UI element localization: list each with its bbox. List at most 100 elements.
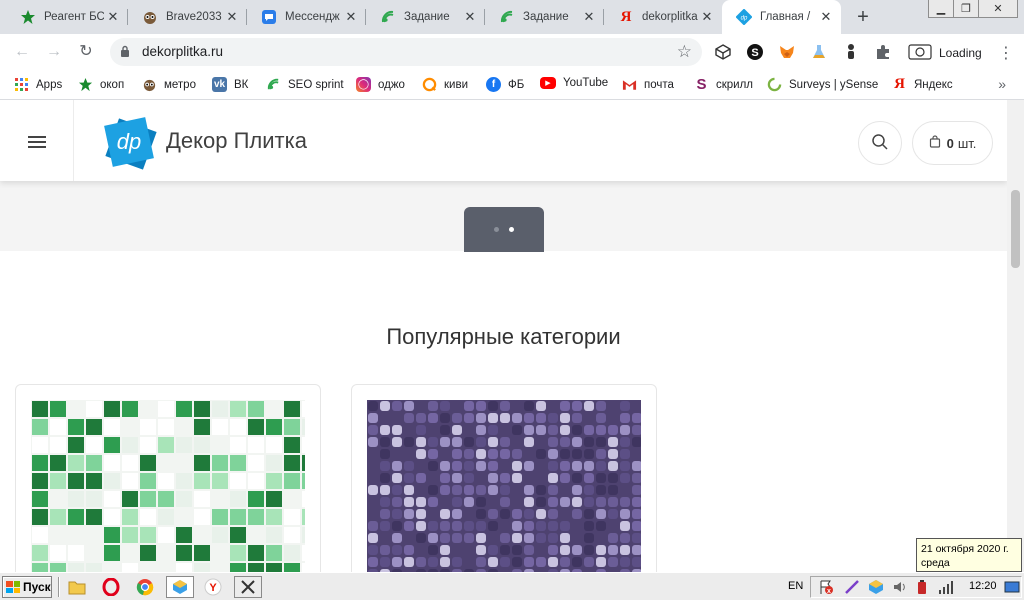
close-window-button[interactable]: ✕	[978, 0, 1018, 18]
extension-flask-icon[interactable]	[810, 43, 828, 61]
extension-s-icon[interactable]: S	[746, 43, 764, 61]
bookmark-label: Яндекс	[914, 78, 953, 91]
forward-button[interactable]: →	[44, 42, 64, 62]
language-indicator[interactable]: EN	[788, 580, 803, 592]
bookmark-seosprint[interactable]: SEO sprint	[266, 77, 344, 92]
bookmark-apps[interactable]: Apps	[14, 77, 62, 92]
tab-title: Реагент БС	[44, 11, 104, 23]
bookmark-pochta[interactable]: почта	[622, 77, 674, 92]
flag-warning-icon[interactable]: x	[817, 578, 835, 596]
hamburger-menu-icon[interactable]	[22, 130, 52, 154]
green-star-icon	[20, 9, 36, 25]
extensions-puzzle-icon[interactable]	[874, 43, 892, 61]
signal-bars-icon[interactable]	[937, 578, 955, 596]
tab-close-icon[interactable]: ✕	[344, 10, 358, 24]
tab-4[interactable]: Задание ✕	[366, 0, 485, 34]
browser-toolbar: ← → ↻ dekorplitka.ru ☆ S Loading ⋮	[0, 34, 1024, 70]
bookmark-metro[interactable]: метро	[142, 77, 196, 92]
bookmark-star-icon[interactable]: ☆	[677, 42, 692, 62]
bookmark-label: ФБ	[508, 78, 525, 91]
cube-tray-icon[interactable]	[867, 578, 885, 596]
bookmark-ysense[interactable]: Surveys | ySense	[767, 77, 878, 92]
dp-logo-icon[interactable]: dp	[99, 112, 161, 174]
svg-text:dp: dp	[741, 16, 748, 22]
bookmarks-overflow-icon[interactable]: »	[998, 76, 1006, 92]
system-clock[interactable]: 12:20	[969, 580, 997, 592]
active-app-icon[interactable]	[166, 576, 194, 598]
tab-2[interactable]: Brave2033 ✕	[128, 0, 247, 34]
bookmark-skrill[interactable]: S скрилл	[694, 76, 753, 93]
metamask-fox-icon[interactable]	[778, 43, 796, 61]
extension-cube-icon[interactable]	[714, 43, 732, 61]
facebook-icon: f	[486, 77, 501, 92]
tab-close-icon[interactable]: ✕	[819, 10, 833, 24]
cart-button[interactable]: 0 шт.	[912, 121, 993, 165]
purple-mosaic-image[interactable]	[367, 400, 642, 572]
category-card[interactable]	[351, 384, 657, 572]
bookmark-odzho[interactable]: ◯ оджо	[356, 77, 405, 92]
search-button[interactable]	[858, 121, 902, 165]
bookmark-vk[interactable]: vk ВК	[212, 77, 248, 92]
bookmark-okop[interactable]: окоп	[78, 77, 124, 92]
bookmark-yandex[interactable]: Я Яндекс	[892, 76, 953, 92]
cart-bag-icon	[929, 135, 941, 151]
folder-icon[interactable]	[68, 578, 86, 596]
tab-close-icon[interactable]: ✕	[225, 10, 239, 24]
messenger-icon	[261, 9, 277, 25]
slider-dot-active[interactable]	[509, 227, 514, 232]
site-logo-text[interactable]: Декор Плитка	[166, 128, 307, 154]
page-scrollbar[interactable]	[1007, 100, 1024, 572]
instagram-icon: ◯	[356, 77, 371, 92]
slider-dot[interactable]	[494, 227, 499, 232]
tab-close-icon[interactable]: ✕	[106, 10, 120, 24]
category-card[interactable]	[15, 384, 321, 572]
restore-button[interactable]: ❐	[953, 0, 979, 18]
tab-close-icon[interactable]: ✕	[582, 10, 596, 24]
reload-button[interactable]: ↻	[76, 42, 96, 62]
tab-3[interactable]: Мессендж ✕	[247, 0, 366, 34]
volume-icon[interactable]	[891, 578, 909, 596]
vk-icon: vk	[212, 77, 227, 92]
ysense-icon	[767, 77, 782, 92]
svg-text:x: x	[827, 588, 831, 595]
extension-figure-icon[interactable]	[842, 43, 860, 61]
tab-5[interactable]: Задание ✕	[485, 0, 604, 34]
new-tab-button[interactable]: +	[852, 7, 874, 27]
bookmark-youtube[interactable]: ▶ YouTube	[540, 77, 608, 89]
tab-1[interactable]: Реагент БС ✕	[6, 0, 128, 34]
bookmark-fb[interactable]: f ФБ	[486, 77, 524, 92]
tab-7-active[interactable]: dp Главная / ✕	[722, 0, 841, 34]
battery-plug-icon[interactable]	[913, 578, 931, 596]
minimize-button[interactable]: ▁	[928, 0, 954, 18]
show-desktop-icon[interactable]	[1003, 578, 1021, 596]
taskbar-separator	[58, 577, 60, 597]
svg-text:S: S	[751, 47, 758, 59]
lock-icon	[120, 45, 130, 57]
bookmark-label: Surveys | ySense	[789, 78, 879, 91]
chrome-icon[interactable]	[136, 578, 154, 596]
start-button[interactable]: Пуск	[2, 576, 52, 598]
yandex-icon: Я	[620, 8, 632, 25]
bookmark-label: окоп	[100, 78, 125, 91]
windows-logo-icon	[6, 581, 20, 593]
address-bar[interactable]: dekorplitka.ru ☆	[110, 38, 702, 66]
menu-kebab-icon[interactable]: ⋮	[998, 43, 1014, 63]
opera-icon[interactable]	[102, 578, 120, 596]
tools-icon[interactable]	[234, 576, 262, 598]
dp-icon: dp	[736, 9, 752, 25]
web-page: dp Декор Плитка 0 шт. Популярные категор…	[0, 100, 1007, 572]
tab-6[interactable]: Я dekorplitka ✕	[604, 0, 722, 34]
yandex-browser-icon[interactable]: Y	[204, 578, 222, 596]
back-button[interactable]: ←	[12, 42, 32, 62]
cart-count: 0	[946, 135, 954, 151]
green-mosaic-image[interactable]	[31, 400, 318, 572]
bookmark-qiwi[interactable]: киви	[422, 77, 468, 92]
tab-close-icon[interactable]: ✕	[700, 10, 714, 24]
tab-title: Brave2033	[166, 11, 222, 23]
pen-icon[interactable]	[843, 578, 861, 596]
profile-avatar-icon[interactable]	[908, 43, 932, 61]
url-text: dekorplitka.ru	[142, 44, 224, 59]
skrill-icon: S	[696, 76, 707, 93]
scrollbar-thumb[interactable]	[1011, 190, 1020, 268]
tab-close-icon[interactable]: ✕	[463, 10, 477, 24]
